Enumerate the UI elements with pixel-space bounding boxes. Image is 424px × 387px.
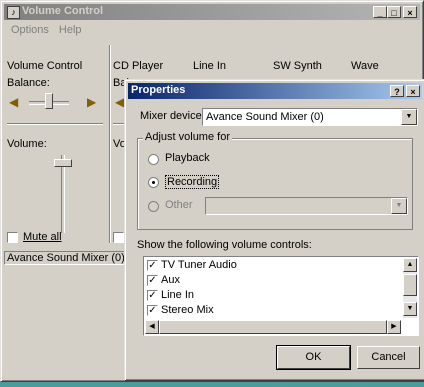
help-button[interactable]: ? <box>390 85 404 97</box>
recording-radio[interactable] <box>148 177 159 188</box>
maximize-button[interactable]: □ <box>387 6 401 18</box>
cancel-button[interactable]: Cancel <box>357 346 420 369</box>
sw-synth-column-title: SW Synth <box>273 60 322 72</box>
other-label: Other <box>165 199 193 211</box>
stereo-mix-label: Stereo Mix <box>161 304 214 316</box>
master-volume-slider[interactable] <box>51 153 75 235</box>
mixer-device-dropdown[interactable]: Avance Sound Mixer (0) ▼ <box>202 108 418 126</box>
scroll-right-button[interactable]: ▶ <box>387 320 401 334</box>
show-controls-label: Show the following volume controls: <box>137 239 312 251</box>
scroll-up-button[interactable]: ▲ <box>403 258 417 272</box>
line-in-column-title: Line In <box>193 60 227 72</box>
volume-controls-list[interactable]: ✓ TV Tuner Audio ✓ Aux ✓ Line In ✓ Stere… <box>143 256 419 336</box>
recording-label: Recording <box>165 175 220 189</box>
master-divider <box>7 123 103 125</box>
volume-thumb[interactable] <box>54 159 72 167</box>
line-in-checkbox[interactable]: ✓ <box>147 290 158 301</box>
mixer-device-label: Mixer device: <box>140 110 205 122</box>
mixer-device-value: Avance Sound Mixer (0) <box>206 111 324 123</box>
master-volume-column: Volume Control Balance: ◀ ▶ Volume: Mute… <box>7 43 107 248</box>
scroll-left-button[interactable]: ◀ <box>145 320 159 334</box>
cd-mute-checkbox[interactable] <box>113 232 124 243</box>
close-button[interactable]: × <box>403 6 417 18</box>
mixer-device-dropdown-arrow[interactable]: ▼ <box>401 109 417 125</box>
playback-label: Playback <box>165 152 210 164</box>
master-balance-label: Balance: <box>7 77 50 89</box>
tv-tuner-checkbox[interactable]: ✓ <box>147 260 158 271</box>
dialog-title-bar[interactable]: Properties ? × <box>128 83 422 99</box>
scroll-down-button[interactable]: ▼ <box>403 302 417 316</box>
master-balance-slider[interactable] <box>27 92 71 114</box>
dialog-title: Properties <box>131 84 186 96</box>
list-horizontal-scrollbar[interactable]: ◀ ▶ <box>145 320 401 334</box>
speaker-left-icon: ◀ <box>9 95 19 109</box>
stereo-mix-checkbox[interactable]: ✓ <box>147 305 158 316</box>
mute-all-checkbox[interactable] <box>7 232 18 243</box>
master-volume-label: Volume: <box>7 138 47 150</box>
wave-column-title: Wave <box>351 60 379 72</box>
mute-all-label: Mute all <box>23 231 62 243</box>
aux-checkbox[interactable]: ✓ <box>147 275 158 286</box>
minimize-button[interactable]: _ <box>373 6 387 18</box>
main-window-title: Volume Control <box>22 5 104 17</box>
balance-thumb[interactable] <box>45 93 53 109</box>
volume-app-icon: ♪ <box>7 6 20 19</box>
properties-dialog: Properties ? × Mixer device: Avance Soun… <box>124 79 424 381</box>
playback-radio[interactable] <box>148 154 159 165</box>
speaker-right-icon: ▶ <box>87 95 97 109</box>
scroll-thumb-vertical[interactable] <box>403 274 417 296</box>
other-dropdown-arrow[interactable]: ▼ <box>391 198 407 214</box>
status-bar: Avance Sound Mixer (0) <box>4 251 128 265</box>
master-column-title: Volume Control <box>7 60 83 72</box>
other-radio[interactable] <box>148 201 159 212</box>
menu-help[interactable]: Help <box>59 24 82 36</box>
cd-speaker-icon: ◀ <box>115 95 125 109</box>
main-title-bar[interactable]: ♪ Volume Control _ □ × <box>4 4 420 20</box>
adjust-volume-group-label: Adjust volume for <box>143 131 232 143</box>
scroll-thumb-horizontal[interactable] <box>159 320 387 334</box>
dialog-close-button[interactable]: × <box>406 85 420 97</box>
other-device-dropdown[interactable]: ▼ <box>205 197 408 215</box>
cd-player-title: CD Player <box>113 60 164 72</box>
ok-button[interactable]: OK <box>276 345 351 370</box>
list-vertical-scrollbar[interactable]: ▲ ▼ <box>403 258 417 318</box>
menu-options[interactable]: Options <box>11 24 49 36</box>
aux-label: Aux <box>161 274 180 286</box>
tv-tuner-label: TV Tuner Audio <box>161 259 237 271</box>
line-in-label: Line In <box>161 289 195 301</box>
column-separator <box>109 45 111 243</box>
menu-bar: Options Help <box>11 24 92 36</box>
